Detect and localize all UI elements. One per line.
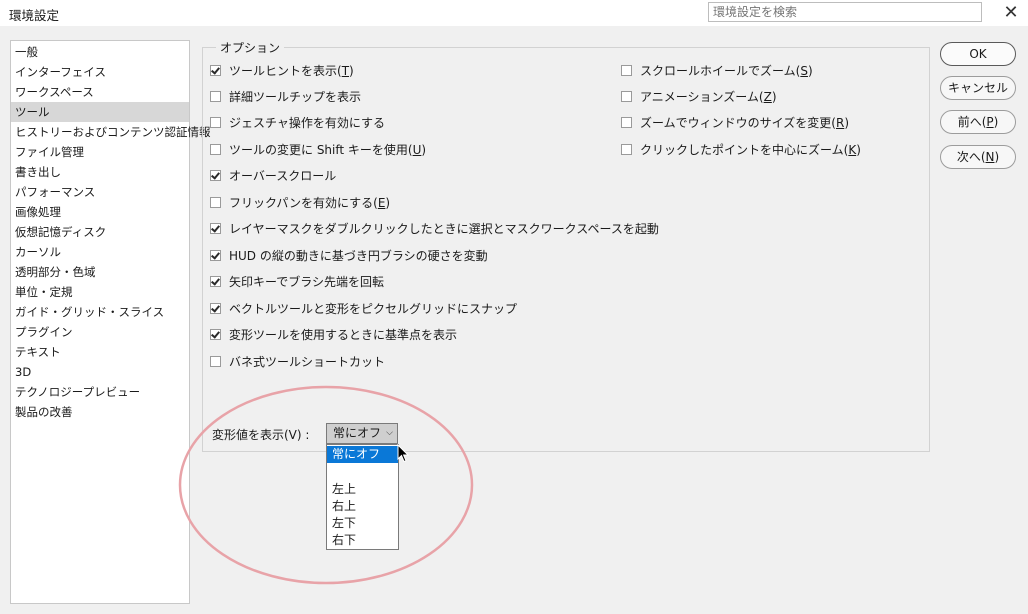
- sidebar-item-export[interactable]: 書き出し: [11, 162, 189, 182]
- checkbox[interactable]: [210, 91, 221, 102]
- sidebar-item-product-improvement[interactable]: 製品の改善: [11, 402, 189, 422]
- checkbox[interactable]: [210, 276, 221, 287]
- checkbox[interactable]: [621, 117, 632, 128]
- sidebar-item-file-handling[interactable]: ファイル管理: [11, 142, 189, 162]
- close-icon[interactable]: ✕: [1000, 2, 1022, 24]
- sidebar-item-type[interactable]: テキスト: [11, 342, 189, 362]
- previous-button[interactable]: 前へ(P): [940, 110, 1016, 134]
- checkbox[interactable]: [621, 65, 632, 76]
- checkbox[interactable]: [210, 329, 221, 340]
- cancel-button[interactable]: キャンセル: [940, 76, 1016, 100]
- title-bar: 環境設定 ✕: [0, 0, 1028, 26]
- checkbox[interactable]: [210, 170, 221, 181]
- checkbox[interactable]: [210, 250, 221, 261]
- sidebar-item-history[interactable]: ヒストリーおよびコンテンツ認証情報: [11, 122, 211, 142]
- preferences-search-input[interactable]: [708, 2, 982, 22]
- options-legend: オプション: [216, 39, 285, 56]
- sidebar-item-scratch-disks[interactable]: 仮想記憶ディスク: [11, 222, 189, 242]
- sidebar-item-performance[interactable]: パフォーマンス: [11, 182, 189, 202]
- sidebar-item-3d[interactable]: 3D: [11, 362, 189, 382]
- sidebar-item-cursors[interactable]: カーソル: [11, 242, 189, 262]
- checkbox[interactable]: [210, 65, 221, 76]
- annotation-circle: [178, 385, 474, 585]
- sidebar-item-plugins[interactable]: プラグイン: [11, 322, 189, 342]
- checkbox[interactable]: [210, 223, 221, 234]
- sidebar-item-guides-grid-slices[interactable]: ガイド・グリッド・スライス: [11, 302, 189, 322]
- checkbox[interactable]: [210, 144, 221, 155]
- checkbox[interactable]: [210, 303, 221, 314]
- sidebar-item-workspace[interactable]: ワークスペース: [11, 82, 189, 102]
- sidebar-item-general[interactable]: 一般: [11, 42, 189, 62]
- sidebar: 一般 インターフェイス ワークスペース ツール ヒストリーおよびコンテンツ認証情…: [10, 40, 211, 604]
- sidebar-item-image-processing[interactable]: 画像処理: [11, 202, 189, 222]
- checkbox[interactable]: [210, 356, 221, 367]
- checkbox[interactable]: [621, 91, 632, 102]
- ok-button[interactable]: OK: [940, 42, 1016, 66]
- window-title: 環境設定: [9, 8, 60, 23]
- checkbox[interactable]: [621, 144, 632, 155]
- checkbox[interactable]: [210, 117, 221, 128]
- sidebar-item-units-rulers[interactable]: 単位・定規: [11, 282, 189, 302]
- sidebar-item-transparency-gamut[interactable]: 透明部分・色域: [11, 262, 189, 282]
- checkbox[interactable]: [210, 197, 221, 208]
- sidebar-item-technology-previews[interactable]: テクノロジープレビュー: [11, 382, 189, 402]
- sidebar-item-tools[interactable]: ツール: [11, 102, 189, 122]
- sidebar-item-interface[interactable]: インターフェイス: [11, 62, 189, 82]
- next-button[interactable]: 次へ(N): [940, 145, 1016, 169]
